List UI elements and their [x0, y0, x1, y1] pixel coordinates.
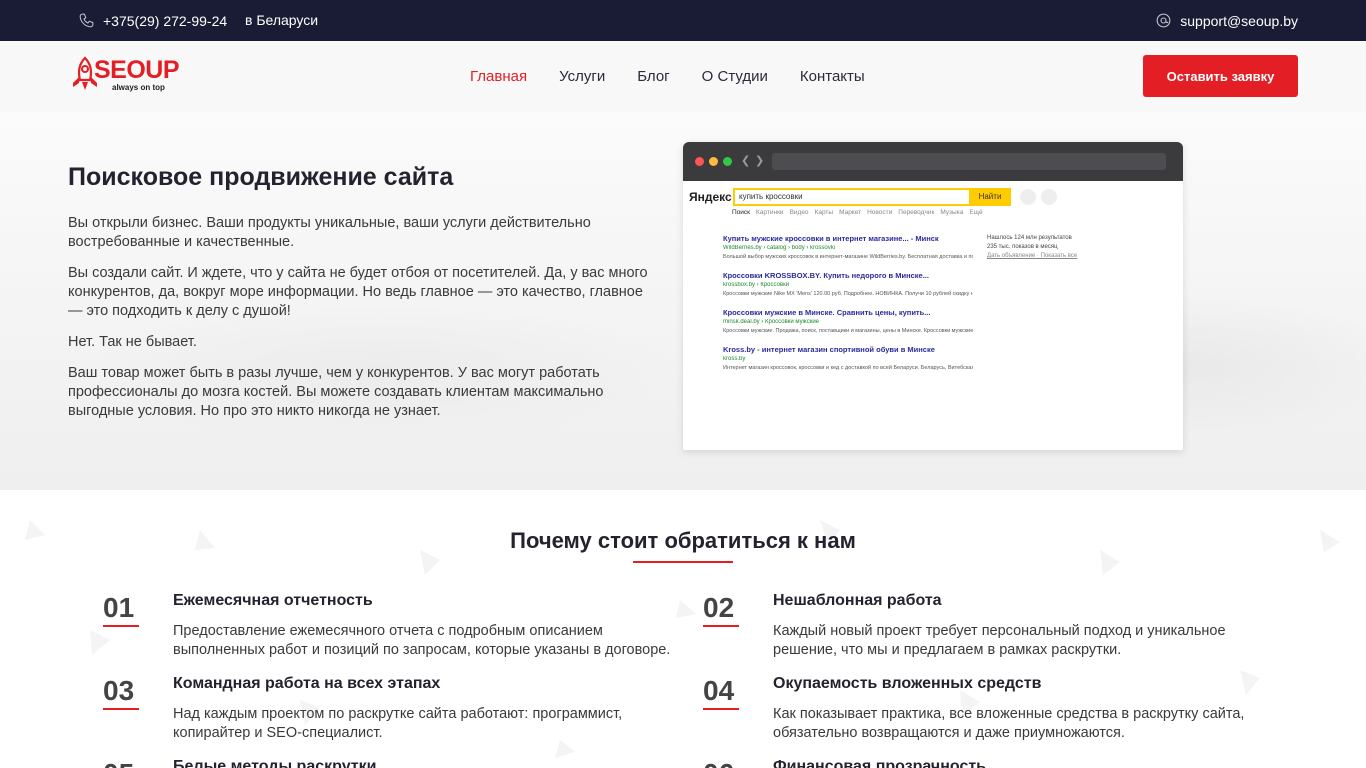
- feature-description: Каждый новый проект требует персональный…: [773, 623, 1226, 658]
- mockup-result-url: kross.by: [723, 356, 746, 362]
- feature-description: Над каждым проектом по раскрутке сайта р…: [173, 706, 623, 741]
- mockup-search-field: купить кроссовки: [733, 188, 973, 206]
- page-title: Поисковое продвижение сайта: [68, 163, 454, 191]
- hero-text: Вы открыли бизнес. Ваши продукты уникаль…: [68, 214, 653, 433]
- feature-number: 02: [703, 592, 735, 623]
- feature-number: 05: [103, 758, 134, 768]
- main-nav: Главная Услуги Блог О Студии Контакты: [470, 41, 897, 112]
- mockup-tab: Картинки: [756, 209, 784, 216]
- feature-number-underline: [703, 625, 739, 627]
- mockup-result: Кроссовки KROSSBOX.BY. Купить недорого в…: [723, 271, 973, 298]
- mockup-result-title: Кроссовки мужские в Минске. Сравнить цен…: [723, 308, 931, 317]
- mockup-tab: Видео: [789, 209, 809, 216]
- section-title-underline: [633, 561, 733, 563]
- feature-number-underline: [703, 708, 739, 710]
- at-sign-icon: [1156, 13, 1171, 28]
- yandex-logo: Яндекс: [689, 190, 732, 204]
- back-arrow-icon: ❮: [741, 155, 751, 167]
- feature-number-underline: [103, 625, 139, 627]
- mockup-search-button: Найти: [969, 188, 1011, 206]
- section-title: Почему стоит обратиться к нам: [510, 528, 856, 553]
- feature-title: Белые методы раскрутки: [173, 758, 377, 768]
- mockup-result-desc: Интернет магазин кроссовок, кроссовки и …: [723, 365, 973, 371]
- address-bar: [772, 153, 1166, 170]
- feature-number: 03: [103, 675, 135, 706]
- mockup-result: Кроссовки мужские в Минске. Сравнить цен…: [723, 308, 973, 335]
- mockup-result-url: krossbox.by › Кроссовки: [723, 282, 790, 288]
- logo[interactable]: SEOUP always on top: [70, 56, 200, 96]
- nav-item-blog[interactable]: Блог: [637, 68, 669, 85]
- feature-title: Ежемесячная отчетность: [173, 592, 373, 609]
- phone-number: +375(29) 272-99-24: [103, 12, 228, 29]
- mockup-tab: Музыка: [940, 209, 964, 216]
- mockup-result-title: Kross.by - интернет магазин спортивной о…: [723, 345, 935, 354]
- nav-item-home[interactable]: Главная: [470, 68, 527, 85]
- feature-title: Финансовая прозрачность: [773, 758, 987, 768]
- mockup-result-url: minsk.deal.by › Кроссовки мужские: [723, 319, 820, 325]
- forward-arrow-icon: ❯: [755, 155, 765, 167]
- mockup-result-title: Купить мужские кроссовки в интернет мага…: [723, 234, 939, 243]
- feature-number: 01: [103, 592, 135, 623]
- settings-icon: [1041, 189, 1057, 205]
- mockup-tab: Маркет: [839, 209, 862, 216]
- mockup-tabs: Поиск Картинки Видео Карты Маркет Новости Пере…: [732, 209, 989, 216]
- mockup-results: Купить мужские кроссовки в интернет мага…: [723, 234, 973, 382]
- mockup-result: Kross.by - интернет магазин спортивной о…: [723, 345, 973, 372]
- mockup-side-line: 235 тыс. показов в месяц: [987, 244, 1058, 250]
- logo-wordmark: SEOUP: [94, 56, 180, 84]
- mockup-result-desc: Кроссовки мужские Nike MX 'Mens' 120.00 …: [723, 291, 973, 297]
- mockup-tab: Карты: [814, 209, 834, 216]
- mockup-side-line: Нашлось 124 млн результатов: [987, 235, 1072, 241]
- top-bar: +375(29) 272-99-24 в Беларуси support@se…: [0, 0, 1366, 41]
- nav-item-contacts[interactable]: Контакты: [800, 68, 865, 85]
- mockup-result-desc: Кроссовки мужские. Продажа, поиск, поста…: [723, 328, 973, 334]
- mockup-sidebar: Нашлось 124 млн результатов 235 тыс. пок…: [987, 234, 1077, 261]
- mockup-tab: Поиск: [732, 209, 751, 216]
- feature-title: Нешаблонная работа: [773, 592, 942, 609]
- mockup-tab: Ещё: [969, 209, 983, 216]
- leave-request-button[interactable]: Оставить заявку: [1143, 55, 1298, 97]
- minimize-dot: [709, 157, 718, 166]
- email-address: support@seoup.by: [1180, 12, 1298, 29]
- nav-item-studio[interactable]: О Студии: [702, 68, 768, 85]
- feature-number: 06: [703, 758, 734, 768]
- mockup-tab: Переводчик: [898, 209, 935, 216]
- feature-title: Командная работа на всех этапах: [173, 675, 441, 692]
- region-label: в Беларуси: [245, 12, 319, 28]
- feature-number-underline: [103, 708, 139, 710]
- mockup-result-url: WildBerries.by › catalog › body › krosso…: [723, 245, 836, 251]
- hero-paragraph: Вы открыли бизнес. Ваши продукты уникаль…: [68, 215, 591, 250]
- feature-number: 04: [703, 675, 735, 706]
- feature-title: Окупаемость вложенных средств: [773, 675, 1042, 692]
- feature-description: Предоставление ежемесячного отчета с под…: [173, 623, 671, 658]
- browser-toolbar: ❮ ❯: [683, 142, 1183, 181]
- close-dot: [695, 157, 704, 166]
- phone-link[interactable]: +375(29) 272-99-24: [78, 0, 227, 41]
- email-link[interactable]: support@seoup.by: [1155, 0, 1298, 41]
- mockup-side-line: Дать объявление · Показать все: [987, 253, 1078, 259]
- hero-paragraph: Нет. Так не бывает.: [68, 334, 197, 350]
- mockup-result: Купить мужские кроссовки в интернет мага…: [723, 234, 973, 261]
- logo-tagline: always on top: [112, 83, 165, 92]
- hero-paragraph: Вы создали сайт. И ждете, что у сайта не…: [68, 265, 648, 319]
- phone-icon: [79, 13, 94, 28]
- maximize-dot: [723, 157, 732, 166]
- feature-description: Как показывает практика, все вложенные с…: [773, 706, 1245, 741]
- microphone-icon: [1020, 189, 1036, 205]
- mockup-result-desc: Большой выбор мужских кроссовок в интерн…: [723, 254, 973, 260]
- search-results-screenshot: ❮ ❯ Яндекс купить кроссовки Найти Поиск К…: [683, 142, 1183, 450]
- nav-item-services[interactable]: Услуги: [559, 68, 605, 85]
- hero-paragraph: Ваш товар может быть в разы лучше, чем у…: [68, 365, 604, 419]
- mockup-tab: Новости: [867, 209, 893, 216]
- mockup-result-title: Кроссовки KROSSBOX.BY. Купить недорого в…: [723, 271, 929, 280]
